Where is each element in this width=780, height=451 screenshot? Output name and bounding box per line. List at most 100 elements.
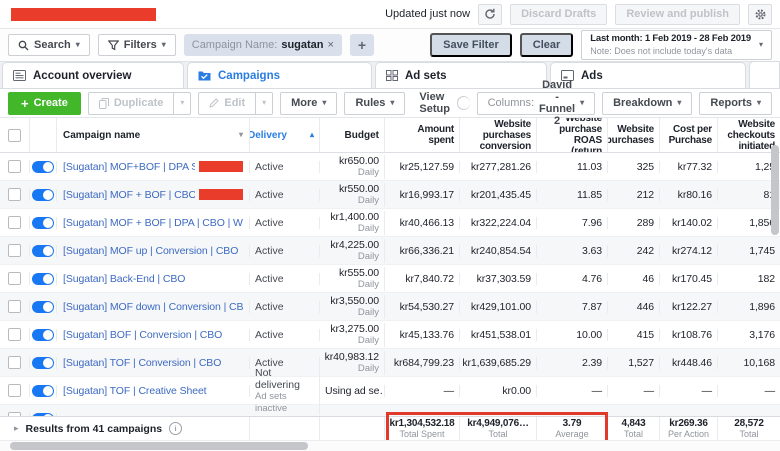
campaign-name-cell: [Sugatan] MOF up | Conversion | CBO <box>57 245 250 257</box>
header-delivery[interactable]: Delivery ▴ <box>250 118 320 152</box>
campaign-name-link[interactable]: [Sugatan] MOF+BOF | DPA Studio | CBO | <box>63 161 195 173</box>
row-checkbox[interactable] <box>8 272 21 285</box>
campaign-name-link[interactable]: [Sugatan] MOF up | Conversion | CBO <box>63 245 238 257</box>
info-icon[interactable]: i <box>169 422 182 435</box>
delivery-status: Active <box>255 217 284 229</box>
header-purchases-conversion[interactable]: Website purchases conversion <box>460 118 537 152</box>
header-amount-spent[interactable]: Amount spent <box>385 118 460 152</box>
row-checkbox[interactable] <box>8 244 21 257</box>
campaign-toggle[interactable] <box>32 301 54 313</box>
campaign-name-link[interactable]: [Sugatan] MOF + BOF | DPA | CBO | Worldw… <box>63 217 243 229</box>
header-campaign-name[interactable]: Campaign name ▾ <box>57 118 250 152</box>
header-website-purchases[interactable]: Website purchases <box>608 118 660 152</box>
campaign-name-link[interactable]: [Sugatan] Back-End | CBO <box>63 273 185 285</box>
row-checkbox-cell <box>0 356 30 369</box>
filter-chip[interactable]: Campaign Name: sugatan × <box>184 34 342 56</box>
duplicate-button[interactable]: Duplicate <box>88 92 175 115</box>
header-cost-per-purchase[interactable]: Cost per Purchase <box>660 118 718 152</box>
header-budget[interactable]: Budget <box>320 118 385 152</box>
edit-split-button: Edit ▾ <box>198 92 273 115</box>
row-checkbox[interactable] <box>8 356 21 369</box>
settings-button[interactable] <box>748 4 772 25</box>
campaign-toggle[interactable] <box>32 245 54 257</box>
vertical-scrollbar[interactable] <box>771 145 779 235</box>
tab-label: Ad sets <box>405 70 447 82</box>
row-toggle-cell <box>30 273 57 285</box>
summary-row: ▸ Results from 41 campaigns i kr1,304,53… <box>0 416 780 441</box>
campaign-toggle[interactable] <box>32 329 54 341</box>
expand-arrow-icon[interactable]: ▸ <box>14 423 19 434</box>
close-icon[interactable]: × <box>328 39 334 51</box>
purchases-conversion-cell: kr429,101.00 <box>460 301 537 313</box>
header-checkbox-cell <box>0 118 30 152</box>
chevron-down-icon: ▾ <box>759 41 763 49</box>
more-dropdown[interactable]: More ▾ <box>280 92 337 115</box>
campaign-name-link[interactable]: [Sugatan] MOF down | Conversion | CBO <box>63 301 243 313</box>
edit-button[interactable]: Edit <box>198 92 256 115</box>
rules-dropdown[interactable]: Rules ▾ <box>344 92 405 115</box>
date-range-selector[interactable]: Last month: 1 Feb 2019 - 28 Feb 2019 Not… <box>581 30 772 60</box>
discard-drafts-button[interactable]: Discard Drafts <box>510 4 607 25</box>
reports-dropdown[interactable]: Reports ▾ <box>699 92 772 115</box>
refresh-button[interactable] <box>478 4 502 25</box>
campaign-toggle[interactable] <box>32 273 54 285</box>
horizontal-scrollbar[interactable] <box>10 442 308 450</box>
filters-dropdown[interactable]: Filters ▾ <box>98 34 176 56</box>
review-publish-button[interactable]: Review and publish <box>615 4 740 25</box>
table-body: [Sugatan] MOF+BOF | DPA Studio | CBO | A… <box>0 153 780 433</box>
search-dropdown[interactable]: Search ▾ <box>8 34 90 56</box>
tab-ad-sets[interactable]: Ad sets <box>375 62 547 88</box>
campaign-name-link[interactable]: [Sugatan] TOF | Creative Sheet <box>63 385 207 397</box>
checkouts-initiated-cell: 1,896 <box>718 301 780 313</box>
select-all-checkbox[interactable] <box>8 129 21 142</box>
save-filter-button[interactable]: Save Filter <box>430 33 512 57</box>
purchase-roas-cell: 11.85 <box>537 189 608 201</box>
columns-dropdown[interactable]: Columns: David - Funnel 2 ▾ <box>477 92 596 115</box>
campaign-toggle[interactable] <box>32 217 54 229</box>
budget-type: Daily <box>358 195 379 207</box>
delivery-cell: Active <box>250 301 320 313</box>
row-checkbox[interactable] <box>8 300 21 313</box>
row-checkbox-cell <box>0 216 30 229</box>
filters-label: Filters <box>124 39 157 51</box>
delivery-cell: Active <box>250 189 320 201</box>
tab-partial[interactable] <box>749 61 780 88</box>
row-checkbox[interactable] <box>8 384 21 397</box>
header-purchase-roas[interactable]: Website purchase ROAS (return <box>537 118 608 152</box>
campaign-name-link[interactable]: [Sugatan] MOF + BOF | CBO | DPA UGC | <box>63 189 195 201</box>
column-label: Delivery <box>250 130 287 141</box>
ad-sets-icon <box>386 70 398 81</box>
tab-campaigns[interactable]: Campaigns <box>187 62 372 88</box>
clear-filter-button[interactable]: Clear <box>520 33 574 57</box>
tabs-bar: Account overview Campaigns Ad sets Ads <box>0 62 780 89</box>
view-setup-toggle[interactable] <box>457 96 470 110</box>
breakdown-dropdown[interactable]: Breakdown ▾ <box>602 92 692 115</box>
duplicate-icon <box>99 98 109 109</box>
duplicate-menu-button[interactable]: ▾ <box>174 92 191 115</box>
purchases-conversion-cell: kr451,538.01 <box>460 329 537 341</box>
tab-label: Ads <box>581 70 603 82</box>
row-checkbox[interactable] <box>8 188 21 201</box>
campaign-name-link[interactable]: [Sugatan] BOF | Conversion | CBO <box>63 329 222 341</box>
add-filter-button[interactable]: + <box>350 34 374 56</box>
campaign-toggle[interactable] <box>32 161 54 173</box>
sort-caret-icon[interactable]: ▴ <box>310 131 314 139</box>
edit-menu-button[interactable]: ▾ <box>256 92 273 115</box>
campaign-toggle[interactable] <box>32 385 54 397</box>
tab-account-overview[interactable]: Account overview <box>2 62 184 88</box>
summary-website-purchases: 4,843 Total <box>608 417 660 440</box>
campaign-toggle[interactable] <box>32 189 54 201</box>
campaign-toggle[interactable] <box>32 357 54 369</box>
row-checkbox[interactable] <box>8 160 21 173</box>
column-label: Website purchases conversion <box>480 119 531 152</box>
tab-ads[interactable]: Ads <box>550 62 746 88</box>
column-label: Campaign name <box>63 130 140 141</box>
row-checkbox[interactable] <box>8 328 21 341</box>
campaign-name-link[interactable]: [Sugatan] TOF | Conversion | CBO <box>63 357 221 369</box>
campaigns-icon <box>198 70 211 81</box>
sort-caret-icon[interactable]: ▾ <box>239 131 243 139</box>
results-summary[interactable]: ▸ Results from 41 campaigns i <box>0 417 250 440</box>
create-button[interactable]: + Create <box>8 92 81 115</box>
checkouts-initiated-cell: 3,176 <box>718 329 780 341</box>
row-checkbox[interactable] <box>8 216 21 229</box>
